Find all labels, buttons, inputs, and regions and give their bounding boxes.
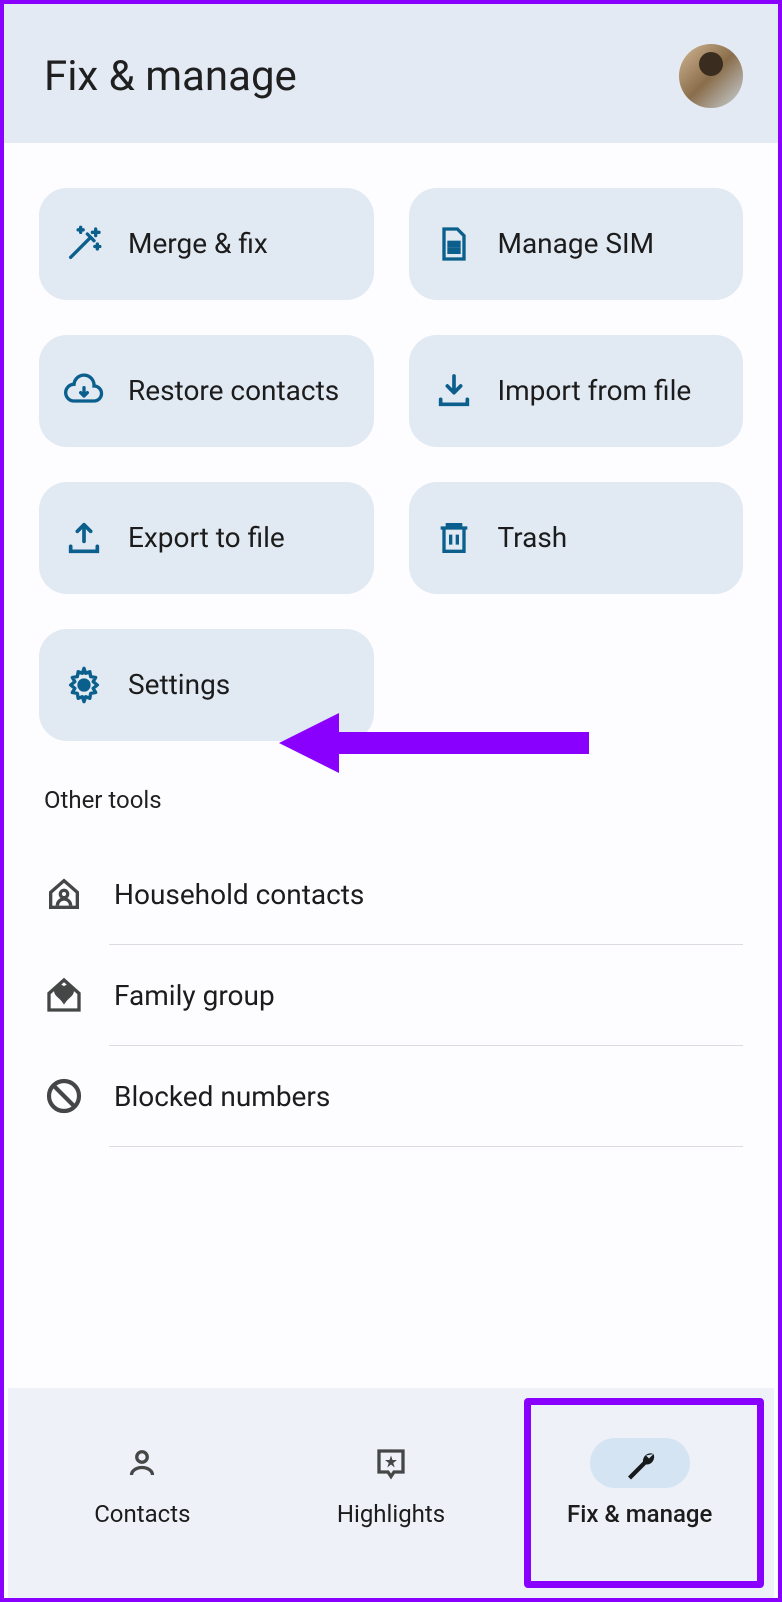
merge-fix-tile[interactable]: Merge & fix [39,188,374,300]
content: Merge & fix Manage SIM Re [4,143,778,1147]
nav-label: Contacts [94,1500,190,1528]
import-icon [434,371,474,411]
manage-sim-tile[interactable]: Manage SIM [409,188,744,300]
block-icon [44,1076,84,1116]
header: Fix & manage [4,4,778,143]
export-file-tile[interactable]: Export to file [39,482,374,594]
import-file-tile[interactable]: Import from file [409,335,744,447]
person-icon [92,1438,192,1488]
nav-label: Highlights [337,1500,445,1528]
tool-label: Blocked numbers [114,1080,330,1113]
bottom-nav: Contacts Highlights Fix & manage [8,1388,774,1598]
nav-label: Fix & manage [567,1500,712,1528]
tile-label: Settings [128,667,230,703]
avatar[interactable] [679,44,743,108]
tile-grid: Merge & fix Manage SIM Re [39,188,743,741]
household-icon [44,874,84,914]
restore-contacts-tile[interactable]: Restore contacts [39,335,374,447]
family-home-icon [44,975,84,1015]
tool-label: Family group [114,979,275,1012]
tool-label: Household contacts [114,878,364,911]
nav-highlights[interactable]: Highlights [267,1438,516,1528]
tile-label: Restore contacts [128,373,339,409]
sim-card-icon [434,224,474,264]
wrench-icon [590,1438,690,1488]
trash-icon [434,518,474,558]
divider [109,1146,743,1147]
nav-contacts[interactable]: Contacts [18,1438,267,1528]
export-icon [64,518,104,558]
highlights-icon [341,1438,441,1488]
other-tools-list: Household contacts Family group Blocked … [39,844,743,1147]
blocked-numbers-item[interactable]: Blocked numbers [39,1046,743,1146]
tile-label: Merge & fix [128,226,268,262]
tile-label: Import from file [498,373,692,409]
tile-label: Export to file [128,520,285,556]
magic-wand-icon [64,224,104,264]
tile-label: Manage SIM [498,226,655,262]
trash-tile[interactable]: Trash [409,482,744,594]
tile-label: Trash [498,520,568,556]
other-tools-heading: Other tools [44,786,743,814]
nav-fix-manage[interactable]: Fix & manage [515,1438,764,1528]
gear-icon [64,665,104,705]
page-title: Fix & manage [44,52,297,101]
cloud-download-icon [64,371,104,411]
family-group-item[interactable]: Family group [39,945,743,1045]
settings-tile[interactable]: Settings [39,629,374,741]
household-contacts-item[interactable]: Household contacts [39,844,743,944]
